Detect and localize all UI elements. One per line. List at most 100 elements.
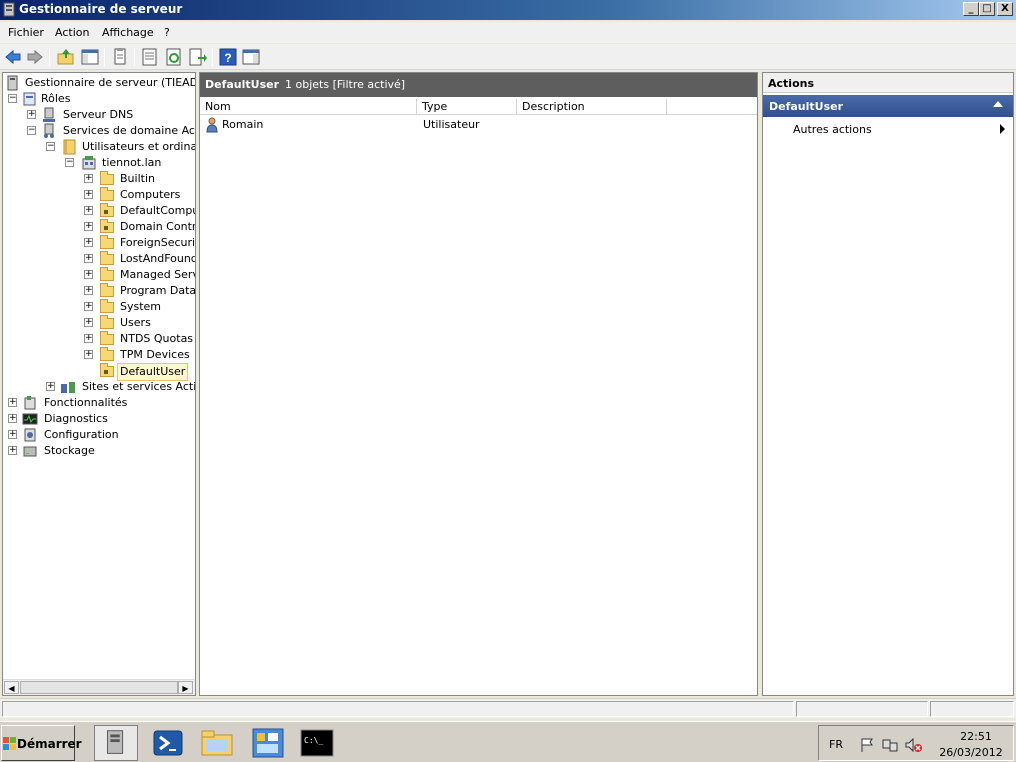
table-row[interactable]: Romain Utilisateur (200, 117, 757, 133)
actions-section-header[interactable]: DefaultUser (763, 95, 1013, 117)
export-icon[interactable] (188, 47, 208, 67)
other-actions-item[interactable]: Autres actions (793, 123, 872, 136)
expand-icon[interactable]: + (8, 430, 17, 439)
configuration-icon (24, 428, 36, 442)
results-header: DefaultUser 1 objets [Filtre activé] (200, 73, 757, 97)
server-manager-icon[interactable] (94, 725, 138, 761)
expand-icon[interactable]: + (84, 270, 93, 279)
tree-label: Managed Servic (120, 268, 195, 281)
column-header-description[interactable]: Description (517, 99, 667, 115)
column-headers: Nom Type Description (200, 99, 757, 115)
tree-label: Program Data (120, 284, 196, 297)
tree-label: ForeignSecurity (120, 236, 196, 249)
tree-label: Services de domaine Active (63, 124, 195, 137)
expand-icon[interactable]: + (84, 222, 93, 231)
status-panel (2, 701, 794, 717)
console-tree: Gestionnaire de serveur (TIEADM01 − Rôle… (2, 72, 196, 696)
expand-icon[interactable]: + (84, 318, 93, 327)
status-bar (0, 698, 1016, 718)
properties-icon[interactable] (140, 47, 160, 67)
menu-action[interactable]: Action (55, 26, 89, 39)
menu-bar: Fichier Action Affichage ? (0, 22, 1016, 43)
powershell-icon[interactable] (146, 725, 190, 761)
expand-icon[interactable]: + (27, 110, 36, 119)
menu-help[interactable]: ? (164, 26, 170, 39)
expand-icon[interactable]: + (84, 350, 93, 359)
control-panel-icon[interactable] (246, 725, 290, 761)
expand-icon[interactable]: + (84, 254, 93, 263)
directory-book-icon (63, 139, 76, 155)
status-panel (796, 701, 928, 717)
folder-icon (100, 299, 114, 313)
start-label: Démarrer (17, 737, 82, 751)
expand-icon[interactable]: + (8, 414, 17, 423)
results-title: DefaultUser (205, 78, 280, 91)
help-icon[interactable]: ? (218, 47, 238, 67)
windows-logo-icon (3, 737, 16, 750)
menu-affichage[interactable]: Affichage (102, 26, 154, 39)
window-title: Gestionnaire de serveur (19, 2, 183, 16)
svg-text:C:\_: C:\_ (304, 736, 323, 745)
maximize-button[interactable]: □ (979, 2, 995, 16)
scroll-right-icon[interactable]: ▶ (178, 681, 193, 694)
volume-muted-icon[interactable] (905, 737, 923, 753)
clock-date[interactable]: 26/03/2012 (931, 746, 1011, 759)
cmd-icon[interactable]: C:\_ (295, 725, 339, 761)
expand-icon[interactable]: + (84, 286, 93, 295)
start-button[interactable]: Démarrer (1, 725, 82, 761)
expand-icon[interactable]: + (46, 382, 55, 391)
tree-label: LostAndFound (120, 252, 196, 265)
results-count: 1 objets [Filtre activé] (285, 78, 406, 91)
copy-icon[interactable] (110, 47, 130, 67)
dns-server-icon (43, 107, 55, 122)
expand-icon[interactable]: + (8, 398, 17, 407)
system-tray: FR 22:51 26/03/2012 (818, 725, 1014, 761)
close-button[interactable]: X (997, 2, 1013, 16)
flag-icon[interactable] (859, 737, 875, 753)
explorer-icon[interactable] (195, 725, 239, 761)
toolbar: ? (0, 44, 1016, 70)
network-icon[interactable] (882, 737, 898, 753)
tree-label: Domain Control (120, 220, 196, 233)
scroll-left-icon[interactable]: ◀ (4, 681, 19, 694)
tree-label: Builtin (120, 172, 155, 185)
show-hide-tree-icon[interactable] (80, 47, 100, 67)
expand-icon[interactable]: + (84, 206, 93, 215)
menu-fichier[interactable]: Fichier (8, 26, 44, 39)
language-indicator[interactable]: FR (829, 738, 843, 751)
minimize-button[interactable]: _ (963, 2, 979, 16)
expand-icon[interactable]: + (84, 238, 93, 247)
collapse-up-icon[interactable] (993, 101, 1003, 107)
expand-icon[interactable]: + (84, 302, 93, 311)
collapse-icon[interactable]: − (65, 158, 74, 167)
show-hide-action-pane-icon[interactable] (241, 47, 261, 67)
tree-label: tiennot.lan (102, 156, 162, 169)
forward-icon[interactable] (25, 47, 45, 67)
column-header-type[interactable]: Type (417, 99, 517, 115)
tree-label: Computers (120, 188, 181, 201)
expand-icon[interactable]: + (8, 446, 17, 455)
tree-label: Rôles (41, 92, 71, 105)
collapse-icon[interactable]: − (46, 142, 55, 151)
tree-horizontal-scrollbar[interactable]: ◀ ▶ (3, 679, 195, 695)
taskbar: Démarrer C:\_ FR 22:51 26/03/2012 (0, 721, 1016, 762)
clock-time[interactable]: 22:51 (946, 730, 1006, 743)
actions-section-title: DefaultUser (769, 100, 844, 113)
toolbar-separator (49, 48, 50, 66)
up-folder-icon[interactable] (56, 47, 76, 67)
collapse-icon[interactable]: − (8, 94, 17, 103)
folder-icon (100, 251, 114, 265)
tree-label: Diagnostics (44, 412, 108, 425)
scrollbar-thumb[interactable] (20, 681, 178, 694)
tree-label: DefaultCompute (120, 204, 195, 217)
status-panel (930, 701, 1014, 717)
expand-icon[interactable]: + (84, 190, 93, 199)
expand-icon[interactable]: + (84, 334, 93, 343)
back-icon[interactable] (3, 47, 23, 67)
collapse-icon[interactable]: − (27, 126, 36, 135)
column-header-nom[interactable]: Nom (200, 99, 417, 115)
actions-header: Actions (763, 73, 1013, 93)
expand-icon[interactable]: + (84, 174, 93, 183)
diagnostics-icon (22, 413, 38, 425)
refresh-icon[interactable] (164, 47, 184, 67)
